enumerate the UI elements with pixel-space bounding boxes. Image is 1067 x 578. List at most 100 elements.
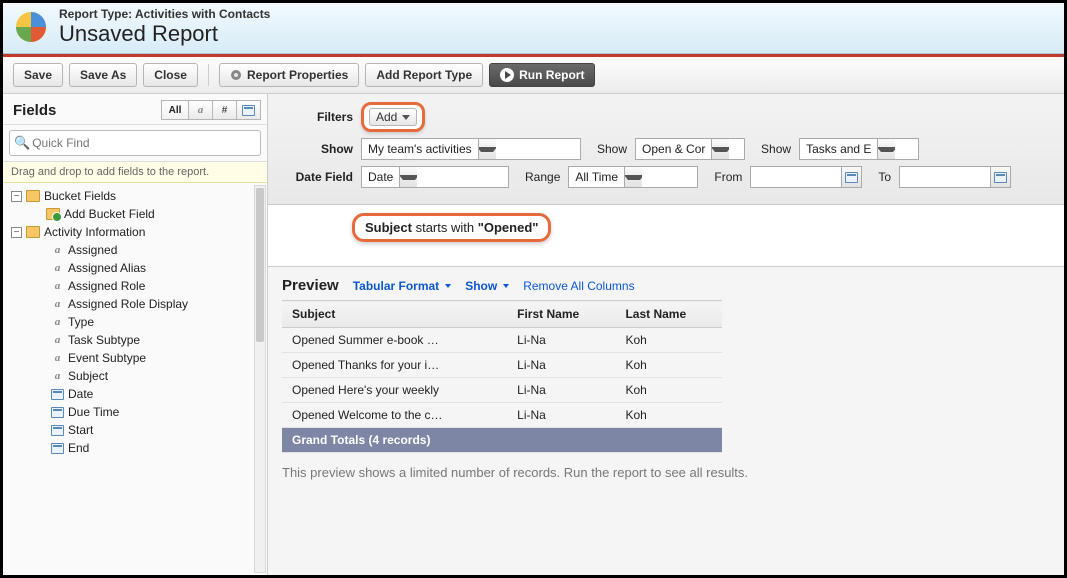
text-type-icon bbox=[51, 244, 64, 257]
tree-field[interactable]: Assigned Role Display bbox=[3, 295, 267, 313]
text-type-icon bbox=[51, 316, 64, 329]
fields-title: Fields bbox=[13, 102, 56, 119]
date-field-select[interactable]: Date bbox=[361, 166, 509, 188]
filter-criteria-area: Subject starts with "Opened" bbox=[268, 205, 1064, 267]
show-label: Show bbox=[278, 142, 353, 156]
calendar-icon[interactable] bbox=[990, 167, 1010, 187]
tree-field[interactable]: End bbox=[3, 439, 267, 457]
tabular-format-menu[interactable]: Tabular Format bbox=[353, 279, 451, 293]
folder-icon bbox=[26, 226, 40, 238]
text-type-icon bbox=[51, 352, 64, 365]
date-type-icon bbox=[51, 425, 64, 436]
range-label: Range bbox=[525, 170, 560, 184]
tree-field[interactable]: Date bbox=[3, 385, 267, 403]
save-as-button[interactable]: Save As bbox=[69, 63, 137, 87]
preview-table-wrap: Subject First Name Last Name Opened Summ… bbox=[268, 300, 1064, 453]
col-last-name[interactable]: Last Name bbox=[615, 301, 722, 328]
date-type-icon bbox=[51, 407, 64, 418]
filter-number-button[interactable]: # bbox=[213, 100, 237, 120]
table-row[interactable]: Opened Welcome to the c…Li-NaKoh bbox=[282, 403, 722, 428]
chevron-down-icon bbox=[711, 147, 729, 152]
preview-note: This preview shows a limited number of r… bbox=[268, 453, 1064, 492]
tree-field[interactable]: Due Time bbox=[3, 403, 267, 421]
add-filter-button[interactable]: Add bbox=[369, 108, 417, 126]
collapse-icon[interactable]: − bbox=[11, 227, 22, 238]
report-name: Unsaved Report bbox=[59, 21, 270, 47]
tree-field[interactable]: Start bbox=[3, 421, 267, 439]
date-type-icon bbox=[51, 389, 64, 400]
date-type-icon bbox=[242, 105, 255, 116]
text-type-icon bbox=[194, 104, 207, 117]
col-first-name[interactable]: First Name bbox=[507, 301, 615, 328]
search-icon: 🔍 bbox=[14, 135, 30, 151]
field-type-filter: All # bbox=[161, 100, 261, 120]
folder-add-icon bbox=[46, 208, 60, 220]
folder-icon bbox=[26, 190, 40, 202]
fields-sidebar: Fields All # 🔍 Drag and drop to add fiel… bbox=[3, 94, 268, 575]
preview-title: Preview bbox=[282, 277, 339, 294]
preview-header: Preview Tabular Format Show Remove All C… bbox=[268, 267, 1064, 300]
from-label: From bbox=[714, 170, 742, 184]
date-field-label: Date Field bbox=[278, 170, 353, 184]
quick-find-input[interactable] bbox=[30, 133, 256, 153]
filter-criteria-highlight[interactable]: Subject starts with "Opened" bbox=[352, 213, 551, 242]
tree-scrollbar[interactable] bbox=[254, 185, 266, 573]
chevron-down-icon bbox=[478, 147, 496, 152]
chevron-down-icon bbox=[624, 175, 642, 180]
app-logo-icon bbox=[13, 9, 49, 45]
show-select-3[interactable]: Tasks and E bbox=[799, 138, 919, 160]
tree-field[interactable]: Event Subtype bbox=[3, 349, 267, 367]
chevron-down-icon bbox=[877, 147, 895, 152]
text-type-icon bbox=[51, 334, 64, 347]
text-type-icon bbox=[51, 262, 64, 275]
close-button[interactable]: Close bbox=[143, 63, 198, 87]
calendar-icon[interactable] bbox=[841, 167, 861, 187]
col-subject[interactable]: Subject bbox=[282, 301, 507, 328]
tree-add-bucket[interactable]: Add Bucket Field bbox=[3, 205, 267, 223]
play-icon bbox=[500, 68, 514, 82]
tree-field[interactable]: Assigned Alias bbox=[3, 259, 267, 277]
show-menu[interactable]: Show bbox=[465, 279, 509, 293]
run-report-button[interactable]: Run Report bbox=[489, 63, 595, 87]
tree-field[interactable]: Task Subtype bbox=[3, 331, 267, 349]
to-date-input[interactable] bbox=[899, 166, 1011, 188]
remove-all-columns-link[interactable]: Remove All Columns bbox=[523, 279, 634, 293]
add-report-type-button[interactable]: Add Report Type bbox=[365, 63, 483, 87]
filter-all-button[interactable]: All bbox=[161, 100, 189, 120]
drag-hint: Drag and drop to add fields to the repor… bbox=[3, 162, 267, 183]
show-select-1[interactable]: My team's activities bbox=[361, 138, 581, 160]
gear-icon bbox=[230, 69, 242, 81]
filters-panel: Filters Add Show My team's activities Sh… bbox=[268, 94, 1064, 205]
show-select-2[interactable]: Open & Cor bbox=[635, 138, 745, 160]
add-filter-highlight: Add bbox=[361, 102, 425, 132]
filters-label: Filters bbox=[278, 110, 353, 124]
from-date-input[interactable] bbox=[750, 166, 862, 188]
tree-bucket-fields[interactable]: − Bucket Fields bbox=[3, 187, 267, 205]
chevron-down-icon bbox=[445, 284, 451, 288]
filter-date-button[interactable] bbox=[237, 100, 261, 120]
tree-field[interactable]: Assigned Role bbox=[3, 277, 267, 295]
chevron-down-icon bbox=[399, 175, 417, 180]
table-row[interactable]: Opened Thanks for your i…Li-NaKoh bbox=[282, 353, 722, 378]
save-button[interactable]: Save bbox=[13, 63, 63, 87]
tree-activity-info[interactable]: − Activity Information bbox=[3, 223, 267, 241]
text-type-icon bbox=[51, 280, 64, 293]
chevron-down-icon bbox=[503, 284, 509, 288]
table-row[interactable]: Opened Here's your weeklyLi-NaKoh bbox=[282, 378, 722, 403]
text-type-icon bbox=[51, 298, 64, 311]
chevron-down-icon bbox=[402, 115, 410, 120]
show-label-3: Show bbox=[761, 142, 791, 156]
table-row[interactable]: Opened Summer e-book …Li-NaKoh bbox=[282, 328, 722, 353]
tree-field[interactable]: Assigned bbox=[3, 241, 267, 259]
tree-field[interactable]: Type bbox=[3, 313, 267, 331]
report-type-label: Report Type: Activities with Contacts bbox=[59, 7, 270, 21]
show-label-2: Show bbox=[597, 142, 627, 156]
range-select[interactable]: All Time bbox=[568, 166, 698, 188]
date-type-icon bbox=[51, 443, 64, 454]
quick-find-wrapper: 🔍 bbox=[9, 130, 261, 156]
filter-text-button[interactable] bbox=[189, 100, 213, 120]
tree-field[interactable]: Subject bbox=[3, 367, 267, 385]
grand-totals-row: Grand Totals (4 records) bbox=[282, 428, 722, 453]
report-properties-button[interactable]: Report Properties bbox=[219, 63, 359, 87]
collapse-icon[interactable]: − bbox=[11, 191, 22, 202]
